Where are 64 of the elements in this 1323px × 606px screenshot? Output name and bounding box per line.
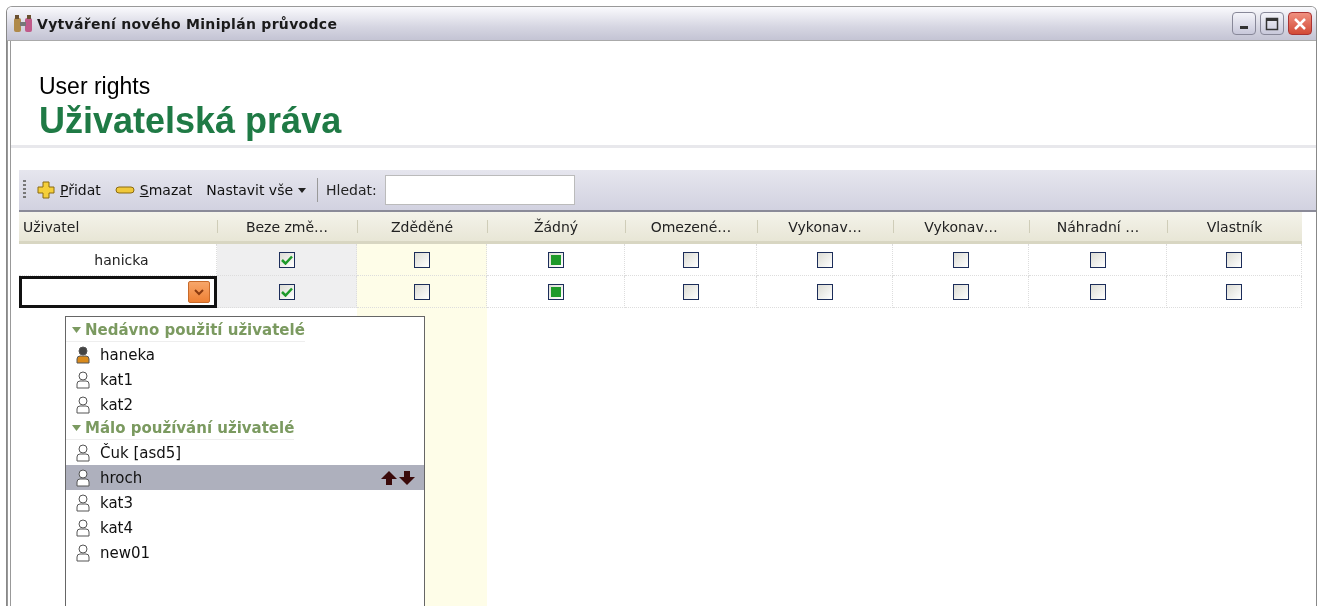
checkbox[interactable] [816, 251, 833, 268]
checkbox[interactable] [278, 251, 295, 268]
user-icon [76, 443, 90, 462]
close-button[interactable] [1288, 12, 1312, 35]
checkbox[interactable] [413, 283, 430, 300]
binoculars-icon [13, 14, 33, 33]
column-header[interactable]: Omezené… [625, 212, 757, 245]
checkbox[interactable] [1089, 251, 1106, 268]
window-title: Vytváření nového Miniplán průvodce [37, 15, 339, 32]
column-header[interactable]: Vykonav… [893, 212, 1029, 245]
checkbox[interactable] [816, 283, 833, 300]
caret-icon [298, 187, 307, 193]
user-icon [76, 543, 90, 562]
checkbox[interactable] [413, 251, 430, 268]
column-header[interactable]: Náhradní … [1029, 212, 1167, 245]
user-combo-field[interactable] [19, 276, 217, 309]
caret-icon [72, 327, 81, 334]
caret-icon [72, 425, 81, 432]
column-header[interactable]: Vykonav… [757, 212, 893, 245]
search-field[interactable] [384, 175, 575, 206]
column-header[interactable]: Beze změ… [217, 212, 357, 245]
checkbox[interactable] [278, 283, 295, 300]
checkbox[interactable] [682, 251, 699, 268]
column-header[interactable]: Vlastník [1167, 212, 1302, 245]
user-icon [76, 468, 90, 487]
up-down-arrows-icon[interactable] [380, 469, 416, 486]
search-label: Hledat: [326, 182, 377, 199]
close-icon [1293, 16, 1307, 31]
plus-icon [37, 181, 55, 200]
user-list-item[interactable]: haneka [66, 342, 424, 368]
checkbox[interactable] [952, 251, 969, 268]
checkbox[interactable] [682, 283, 699, 300]
checkbox[interactable] [1226, 283, 1242, 300]
maximize-icon [1265, 16, 1279, 31]
user-list-item[interactable]: kat1 [66, 367, 424, 393]
checkbox[interactable] [1089, 283, 1106, 300]
user-list-item[interactable]: kat2 [66, 392, 424, 418]
user-icon [76, 395, 90, 414]
set-all-dropdown[interactable]: Nastavit vše [203, 180, 310, 201]
checkbox[interactable] [1226, 251, 1242, 268]
minimize-button[interactable] [1232, 12, 1256, 35]
user-list-item[interactable]: Čuk [asd5] [66, 440, 424, 466]
radio-box[interactable] [547, 251, 564, 268]
user-list-item[interactable]: kat3 [66, 490, 424, 516]
page-title: Uživatelská práva [39, 100, 342, 142]
checkbox[interactable] [952, 283, 969, 300]
user-icon [76, 345, 90, 364]
column-header[interactable]: Žádný [487, 212, 625, 245]
delete-button[interactable]: Smazat [111, 180, 196, 201]
minimize-icon [1240, 26, 1248, 29]
user-icon [76, 518, 90, 537]
radio-box[interactable] [547, 283, 564, 300]
maximize-button[interactable] [1260, 12, 1284, 35]
user-icon [76, 493, 90, 512]
add-button[interactable]: Přidat [34, 179, 104, 202]
minus-icon [114, 185, 135, 196]
dropdown-button[interactable] [188, 281, 210, 304]
user-icon [76, 370, 90, 389]
user-list-item[interactable]: hroch [66, 465, 424, 491]
user-list-item[interactable]: kat4 [66, 515, 424, 541]
column-header[interactable]: Uživatel [19, 212, 217, 245]
user-list-item[interactable]: new01 [66, 540, 424, 566]
column-header[interactable]: Zděděné [357, 212, 487, 245]
page-subtitle: User rights [39, 73, 151, 100]
